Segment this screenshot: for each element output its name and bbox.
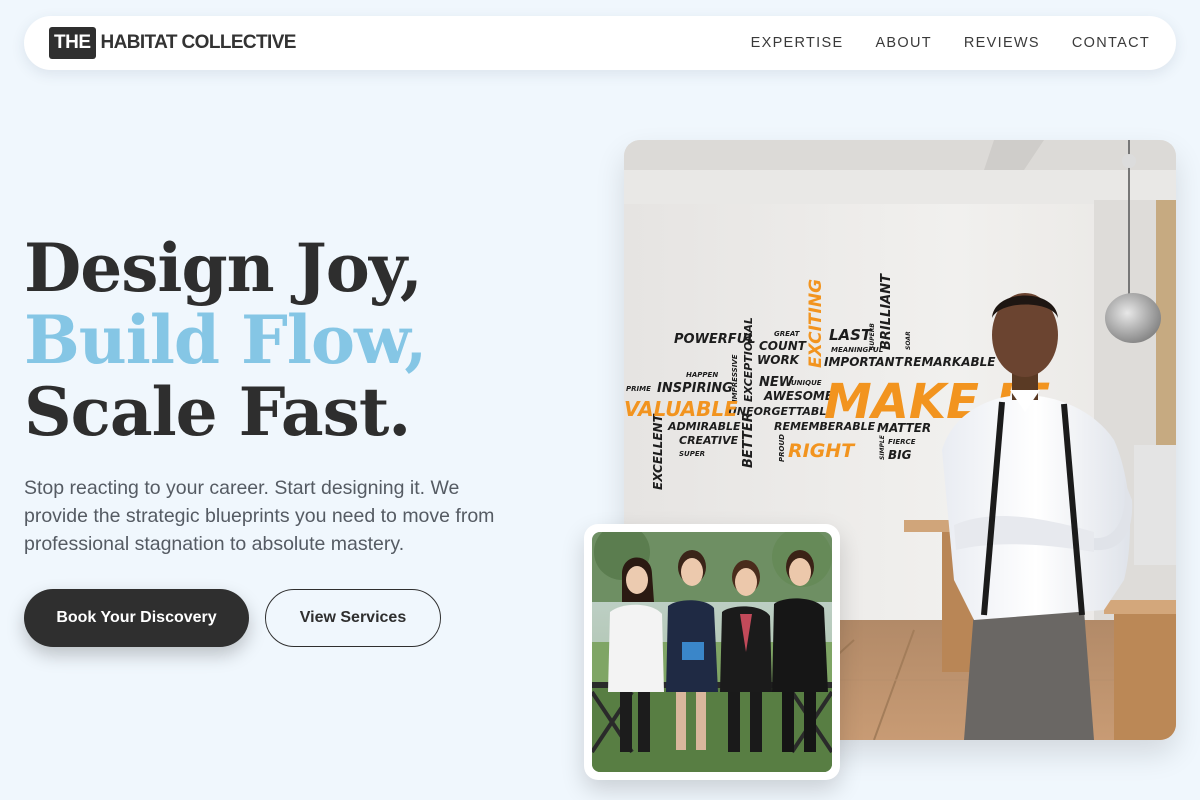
svg-text:WORK: WORK — [757, 353, 801, 367]
svg-text:LAST: LAST — [829, 326, 873, 344]
headline-line-1: Design Joy, — [24, 229, 423, 307]
logo[interactable]: THE HABITAT COLLECTIVE — [49, 27, 296, 59]
svg-text:SIMPLE: SIMPLE — [879, 434, 886, 460]
svg-text:IMPRESSIVE: IMPRESSIVE — [731, 354, 739, 402]
nav-link-contact[interactable]: CONTACT — [1072, 35, 1150, 51]
book-discovery-button[interactable]: Book Your Discovery — [24, 589, 249, 647]
svg-text:BRILLIANT: BRILLIANT — [879, 273, 894, 350]
nav-link-about[interactable]: ABOUT — [875, 35, 931, 51]
svg-text:EXCITING: EXCITING — [806, 279, 826, 368]
svg-text:COUNT: COUNT — [759, 339, 807, 353]
svg-text:IMPORTANT: IMPORTANT — [824, 355, 904, 369]
svg-text:VALUABLE: VALUABLE — [624, 397, 738, 421]
svg-text:RIGHT: RIGHT — [788, 440, 856, 462]
nav-link-reviews[interactable]: REVIEWS — [964, 35, 1040, 51]
headline-line-3: Scale Fast. — [24, 373, 411, 451]
svg-text:ADMIRABLE: ADMIRABLE — [667, 420, 741, 433]
logo-mark: THE — [49, 27, 96, 59]
svg-text:EXCELLENT: EXCELLENT — [651, 413, 665, 490]
view-services-button[interactable]: View Services — [265, 589, 441, 647]
svg-text:SOAR: SOAR — [905, 331, 912, 350]
svg-text:CREATIVE: CREATIVE — [679, 434, 739, 447]
svg-text:REMARKABLE: REMARKABLE — [904, 355, 996, 369]
svg-text:BETTER: BETTER — [741, 412, 756, 468]
svg-text:PROUD: PROUD — [778, 434, 786, 462]
svg-text:NEW: NEW — [759, 375, 794, 390]
svg-text:EXCEPTIONAL: EXCEPTIONAL — [742, 317, 755, 402]
nav-links: EXPERTISE ABOUT REVIEWS CONTACT — [719, 16, 1150, 70]
svg-text:SUPERB: SUPERB — [869, 323, 876, 350]
nav-link-expertise[interactable]: EXPERTISE — [751, 35, 844, 51]
svg-text:UNIQUE: UNIQUE — [791, 379, 822, 387]
svg-text:INSPIRING: INSPIRING — [657, 381, 733, 396]
svg-text:BIG: BIG — [888, 448, 912, 462]
team-group-image — [592, 532, 832, 772]
svg-text:FIERCE: FIERCE — [888, 438, 916, 446]
svg-text:GREAT: GREAT — [774, 330, 801, 338]
headline-line-2: Build Flow, — [24, 301, 427, 379]
top-nav: THE HABITAT COLLECTIVE EXPERTISE ABOUT R… — [24, 16, 1176, 70]
svg-text:SUPER: SUPER — [679, 450, 705, 458]
logo-text: HABITAT COLLECTIVE — [100, 32, 297, 53]
hero-headline: Design Joy, Build Flow, Scale Fast. — [24, 229, 427, 451]
team-inset-photo — [584, 524, 840, 780]
svg-text:HAPPEN: HAPPEN — [686, 371, 718, 379]
hero-subtext: Stop reacting to your career. Start desi… — [24, 477, 495, 555]
svg-text:PRIME: PRIME — [626, 385, 651, 393]
